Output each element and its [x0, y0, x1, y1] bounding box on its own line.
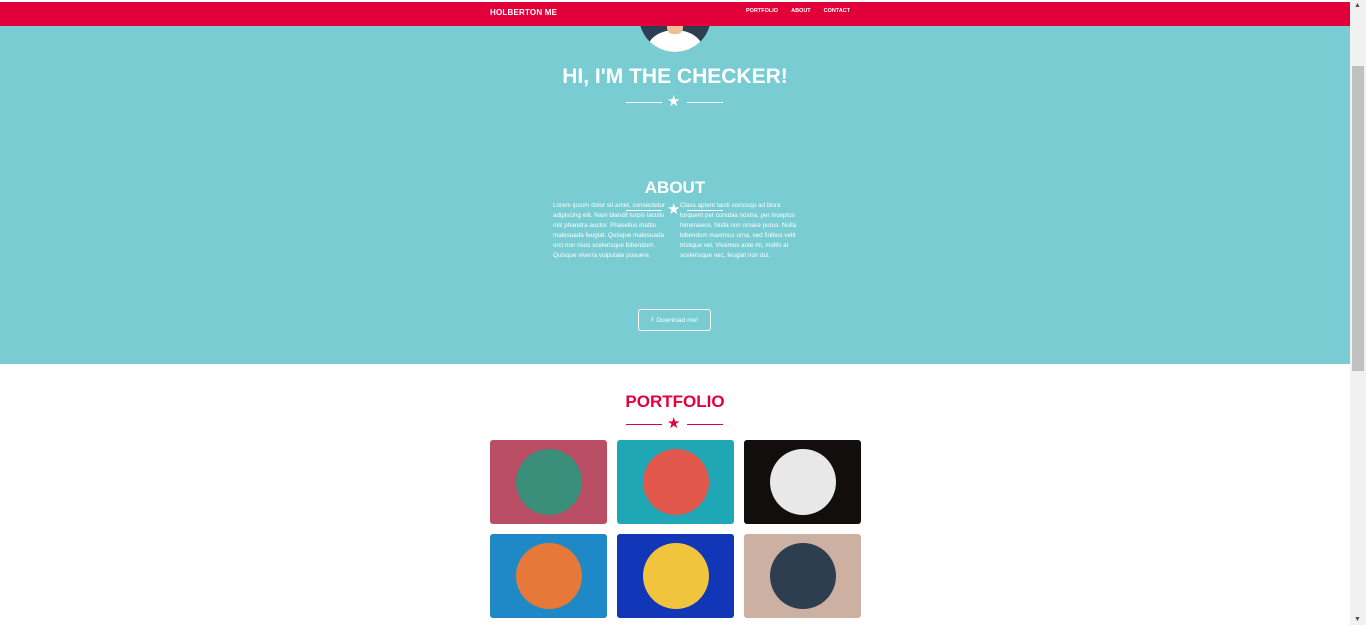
scrollbar[interactable]: ▲ ▼: [1350, 0, 1366, 625]
portfolio-item[interactable]: [617, 534, 734, 618]
portfolio-item[interactable]: [490, 440, 607, 524]
about-text-right: Class aptent taciti sociosqu ad litora t…: [680, 202, 797, 259]
download-button[interactable]: ⭳ Download me!: [638, 309, 711, 331]
star-icon: ★: [667, 415, 681, 432]
star-divider: ★: [626, 93, 723, 110]
download-icon: ⭳: [651, 315, 654, 323]
game-controller-icon: [516, 543, 582, 609]
star-divider: ★: [626, 415, 723, 432]
portfolio-item[interactable]: [744, 534, 861, 618]
portfolio-item[interactable]: [744, 440, 861, 524]
portfolio-grid: [490, 440, 861, 618]
circus-tent-icon: [770, 449, 836, 515]
portfolio-item[interactable]: [617, 440, 734, 524]
cabin-icon: [516, 449, 582, 515]
about-text-left: Lorem ipsum dolor sit amet, consectetur …: [553, 202, 665, 259]
download-label: Download me!: [656, 316, 698, 324]
navbar: HOLBERTON ME PORTFOLIO ABOUT CONTACT: [0, 0, 1350, 26]
portfolio-title: PORTFOLIO: [625, 392, 725, 411]
cake-icon: [643, 449, 709, 515]
nav-portfolio[interactable]: PORTFOLIO: [746, 8, 778, 14]
nav-about[interactable]: ABOUT: [791, 8, 811, 14]
safe-icon: [643, 543, 709, 609]
submarine-icon: [770, 543, 836, 609]
star-icon: ★: [667, 93, 681, 110]
about-title: ABOUT: [644, 178, 706, 197]
portfolio-item[interactable]: [490, 534, 607, 618]
nav-contact[interactable]: CONTACT: [824, 8, 850, 14]
scrollbar-thumb[interactable]: [1352, 66, 1364, 371]
hero-title: HI, I'M THE CHECKER!: [562, 65, 788, 88]
brand-link[interactable]: HOLBERTON ME: [490, 8, 557, 17]
